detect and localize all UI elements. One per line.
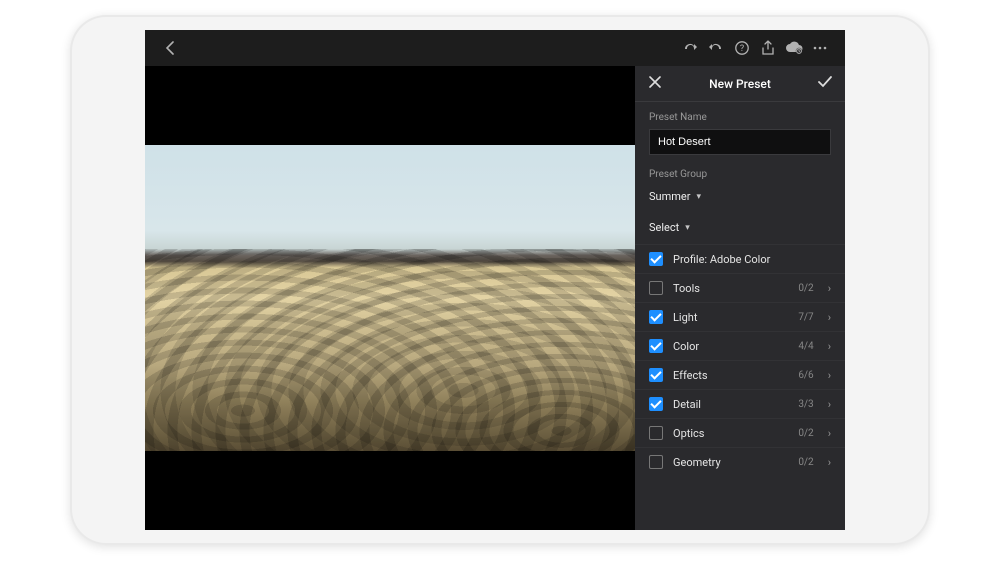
chevron-right-icon: › bbox=[828, 340, 831, 353]
undo-icon[interactable] bbox=[703, 41, 729, 55]
preset-group-value: Summer bbox=[649, 190, 690, 203]
option-label: Color bbox=[673, 340, 788, 353]
option-label: Effects bbox=[673, 369, 788, 382]
option-row[interactable]: Light 7/7 › bbox=[635, 302, 845, 331]
preset-name-label: Preset Name bbox=[649, 112, 831, 123]
option-label: Optics bbox=[673, 427, 788, 440]
checkbox[interactable] bbox=[649, 397, 663, 411]
preset-group-dropdown[interactable]: Summer ▾ bbox=[649, 186, 831, 207]
checkbox[interactable] bbox=[649, 368, 663, 382]
select-dropdown[interactable]: Select ▾ bbox=[649, 217, 831, 238]
option-count: 7/7 bbox=[798, 312, 813, 323]
option-label: Profile: Adobe Color bbox=[673, 253, 831, 266]
photo-canvas[interactable] bbox=[145, 66, 635, 530]
more-icon[interactable] bbox=[807, 41, 833, 55]
chevron-right-icon: › bbox=[828, 456, 831, 469]
option-count: 3/3 bbox=[798, 399, 813, 410]
checkbox[interactable] bbox=[649, 455, 663, 469]
chevron-down-icon: ▾ bbox=[685, 223, 690, 233]
redo-icon[interactable] bbox=[677, 41, 703, 55]
chevron-right-icon: › bbox=[828, 398, 831, 411]
back-button[interactable] bbox=[157, 41, 183, 55]
chevron-right-icon: › bbox=[828, 311, 831, 324]
close-icon[interactable] bbox=[647, 76, 663, 91]
new-preset-panel: New Preset Preset Name Preset Group Summ… bbox=[635, 66, 845, 530]
option-row[interactable]: Color 4/4 › bbox=[635, 331, 845, 360]
help-icon[interactable]: ? bbox=[729, 40, 755, 56]
option-label: Geometry bbox=[673, 456, 788, 469]
chevron-right-icon: › bbox=[828, 369, 831, 382]
option-label: Light bbox=[673, 311, 788, 324]
preset-options-list: Profile: Adobe ColorTools0/2›Light7/7›Co… bbox=[635, 242, 845, 482]
svg-text:?: ? bbox=[740, 44, 744, 54]
checkbox[interactable] bbox=[649, 281, 663, 295]
checkbox[interactable] bbox=[649, 252, 663, 266]
photo-preview bbox=[145, 145, 635, 451]
chevron-right-icon: › bbox=[828, 427, 831, 440]
app-screen: ? New Preset Prese bbox=[145, 30, 845, 530]
option-count: 0/2 bbox=[798, 283, 813, 294]
preset-name-input[interactable] bbox=[649, 129, 831, 155]
option-row[interactable]: Tools 0/2 › bbox=[635, 273, 845, 302]
option-label: Tools bbox=[673, 282, 788, 295]
checkbox[interactable] bbox=[649, 310, 663, 324]
option-row[interactable]: Profile: Adobe Color bbox=[635, 244, 845, 273]
option-row[interactable]: Effects 6/6 › bbox=[635, 360, 845, 389]
option-row[interactable]: Optics 0/2 › bbox=[635, 418, 845, 447]
share-icon[interactable] bbox=[755, 40, 781, 56]
option-count: 0/2 bbox=[798, 457, 813, 468]
cloud-sync-icon[interactable] bbox=[781, 41, 807, 55]
option-count: 6/6 bbox=[798, 370, 813, 381]
option-count: 0/2 bbox=[798, 428, 813, 439]
option-count: 4/4 bbox=[798, 341, 813, 352]
option-label: Detail bbox=[673, 398, 788, 411]
preset-group-label: Preset Group bbox=[649, 169, 831, 180]
select-label: Select bbox=[649, 221, 679, 234]
panel-title: New Preset bbox=[663, 77, 817, 91]
top-toolbar: ? bbox=[145, 30, 845, 66]
option-row[interactable]: Geometry 0/2 › bbox=[635, 447, 845, 476]
option-row[interactable]: Detail 3/3 › bbox=[635, 389, 845, 418]
chevron-down-icon: ▾ bbox=[696, 192, 701, 202]
checkbox[interactable] bbox=[649, 426, 663, 440]
checkbox[interactable] bbox=[649, 339, 663, 353]
chevron-right-icon: › bbox=[828, 282, 831, 295]
confirm-icon[interactable] bbox=[817, 76, 833, 91]
